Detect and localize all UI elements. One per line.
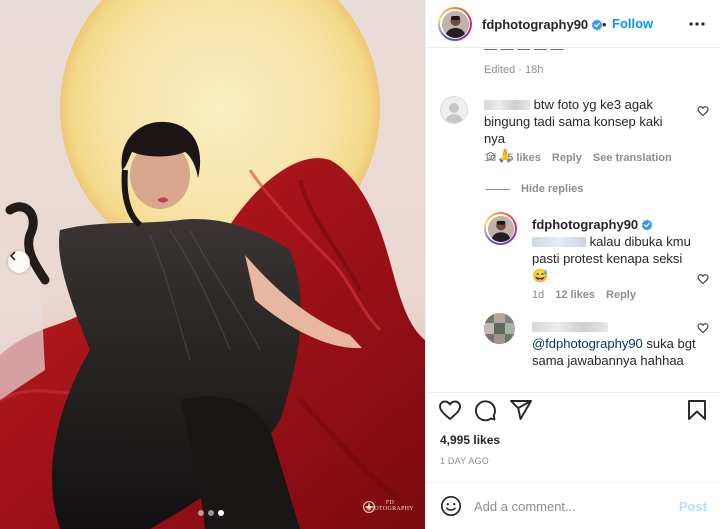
- see-translation-button[interactable]: See translation: [593, 152, 672, 164]
- reply-commenter-avatar[interactable]: [484, 313, 515, 344]
- comment-icon[interactable]: [473, 398, 497, 422]
- reply-likes[interactable]: 12 likes: [555, 289, 595, 301]
- reply-button[interactable]: Reply: [606, 289, 636, 301]
- verified-badge-icon: [641, 219, 653, 231]
- hide-replies-button[interactable]: Hide replies: [486, 183, 583, 195]
- share-icon[interactable]: [509, 398, 533, 422]
- like-reply-heart-icon[interactable]: [697, 322, 709, 334]
- reply-button[interactable]: Reply: [552, 152, 582, 164]
- watermark-seal-icon: [363, 501, 375, 513]
- default-avatar-icon: [444, 103, 464, 123]
- like-comment-heart-icon[interactable]: [697, 105, 709, 117]
- caption-partial-text: — — — — —: [484, 48, 564, 56]
- comment-composer: Post: [426, 482, 720, 529]
- reply-time: 1d: [532, 289, 545, 301]
- mention-link[interactable]: @fdphotography90: [532, 336, 643, 351]
- post-header: fdphotography90 • Follow: [426, 0, 720, 48]
- like-reply-heart-icon[interactable]: [697, 273, 709, 285]
- reply-username[interactable]: fdphotography90: [532, 217, 653, 232]
- reply-username-text[interactable]: fdphotography90: [532, 217, 638, 232]
- comment-meta: 1d 5 likes Reply See translation: [484, 152, 683, 164]
- author-avatar[interactable]: [438, 7, 472, 41]
- photo-illustration: [0, 0, 425, 529]
- chevron-left-icon: [9, 251, 16, 261]
- heart-icon[interactable]: [438, 398, 462, 422]
- post-details-panel: fdphotography90 • Follow — — — — — Edite…: [425, 0, 720, 529]
- author-username[interactable]: fdphotography90: [482, 17, 603, 32]
- carousel-dot: [198, 510, 204, 516]
- comment-likes[interactable]: 5 likes: [507, 152, 541, 164]
- emoji-icon[interactable]: [440, 495, 462, 517]
- post-actions: 4,995 likes 1 DAY AGO: [426, 392, 720, 482]
- reply-meta: 1d 12 likes Reply: [532, 289, 647, 301]
- comment-input[interactable]: [474, 495, 664, 517]
- more-horizontal-icon: [689, 22, 705, 26]
- post-date[interactable]: 1 DAY AGO: [440, 456, 489, 466]
- carousel-dot-active: [218, 510, 224, 516]
- post-image[interactable]: FD PHOTOGRAPHY: [0, 0, 425, 529]
- bookmark-icon[interactable]: [685, 398, 709, 422]
- header-separator: •: [602, 17, 607, 32]
- post-comment-button[interactable]: Post: [679, 499, 707, 514]
- commenter-avatar[interactable]: [440, 96, 468, 124]
- avatar-photo: [487, 215, 514, 242]
- more-options-button[interactable]: [687, 14, 707, 34]
- carousel-indicator: [198, 510, 224, 516]
- comments-list[interactable]: — — — — — Edited · 18h btw foto yg ke3 a…: [426, 48, 720, 392]
- previous-image-button[interactable]: [8, 251, 30, 273]
- reply-author-avatar[interactable]: [484, 212, 517, 245]
- follow-button[interactable]: Follow: [612, 16, 653, 31]
- avatar-photo: [441, 10, 469, 38]
- caption-edited-time: Edited · 18h: [484, 64, 544, 76]
- photographer-watermark: FD PHOTOGRAPHY: [362, 500, 418, 513]
- likes-count[interactable]: 4,995 likes: [440, 433, 500, 447]
- redacted-username[interactable]: [532, 322, 608, 332]
- reply-text: @fdphotography90 suka bgt sama jawabanny…: [532, 318, 697, 369]
- redacted-username[interactable]: [484, 100, 530, 110]
- author-username-text[interactable]: fdphotography90: [482, 17, 588, 32]
- reply-emoji: 😅: [532, 268, 549, 283]
- redacted-mention[interactable]: [532, 237, 586, 247]
- redacted-avatar: [484, 313, 515, 344]
- carousel-dot: [208, 510, 214, 516]
- hide-replies-label[interactable]: Hide replies: [521, 183, 583, 195]
- comment-time: 1d: [484, 152, 497, 164]
- replies-divider: [486, 188, 510, 190]
- reply-text: fdphotography90 kalau dibuka kmu pasti p…: [532, 216, 692, 284]
